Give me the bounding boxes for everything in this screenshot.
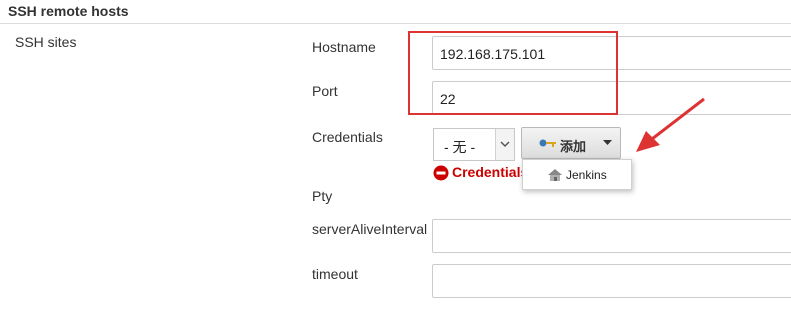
credentials-selected-value: - 无 - — [444, 139, 476, 155]
credentials-error: Credentials — [433, 164, 522, 182]
timeout-input[interactable] — [432, 264, 791, 298]
credentials-label: Credentials — [312, 129, 383, 145]
caret-down-icon — [603, 140, 612, 145]
section-header: SSH remote hosts — [0, 0, 791, 24]
credentials-select[interactable]: - 无 - — [433, 128, 515, 161]
jenkins-icon — [548, 169, 562, 181]
port-label: Port — [312, 83, 338, 99]
pty-label: Pty — [312, 188, 333, 204]
error-icon — [433, 165, 449, 181]
server-alive-interval-input[interactable] — [432, 219, 791, 253]
select-arrow[interactable] — [495, 129, 514, 160]
annotation-arrow-icon — [636, 97, 705, 152]
add-credentials-menu: Jenkins — [522, 159, 632, 190]
menu-item-label: Jenkins — [566, 168, 607, 182]
hostname-label: Hostname — [312, 39, 376, 55]
add-credentials-button[interactable]: 添加 — [521, 127, 621, 159]
server-alive-interval-label: serverAliveInterval — [312, 221, 428, 237]
section-title: SSH remote hosts — [8, 3, 129, 19]
annotation-highlight-box — [408, 31, 618, 115]
error-text: Credentials — [452, 164, 522, 180]
key-icon — [539, 139, 556, 147]
chevron-down-icon — [500, 141, 510, 148]
ssh-sites-label: SSH sites — [15, 34, 77, 50]
add-button-label: 添加 — [560, 139, 587, 154]
timeout-label: timeout — [312, 266, 358, 282]
